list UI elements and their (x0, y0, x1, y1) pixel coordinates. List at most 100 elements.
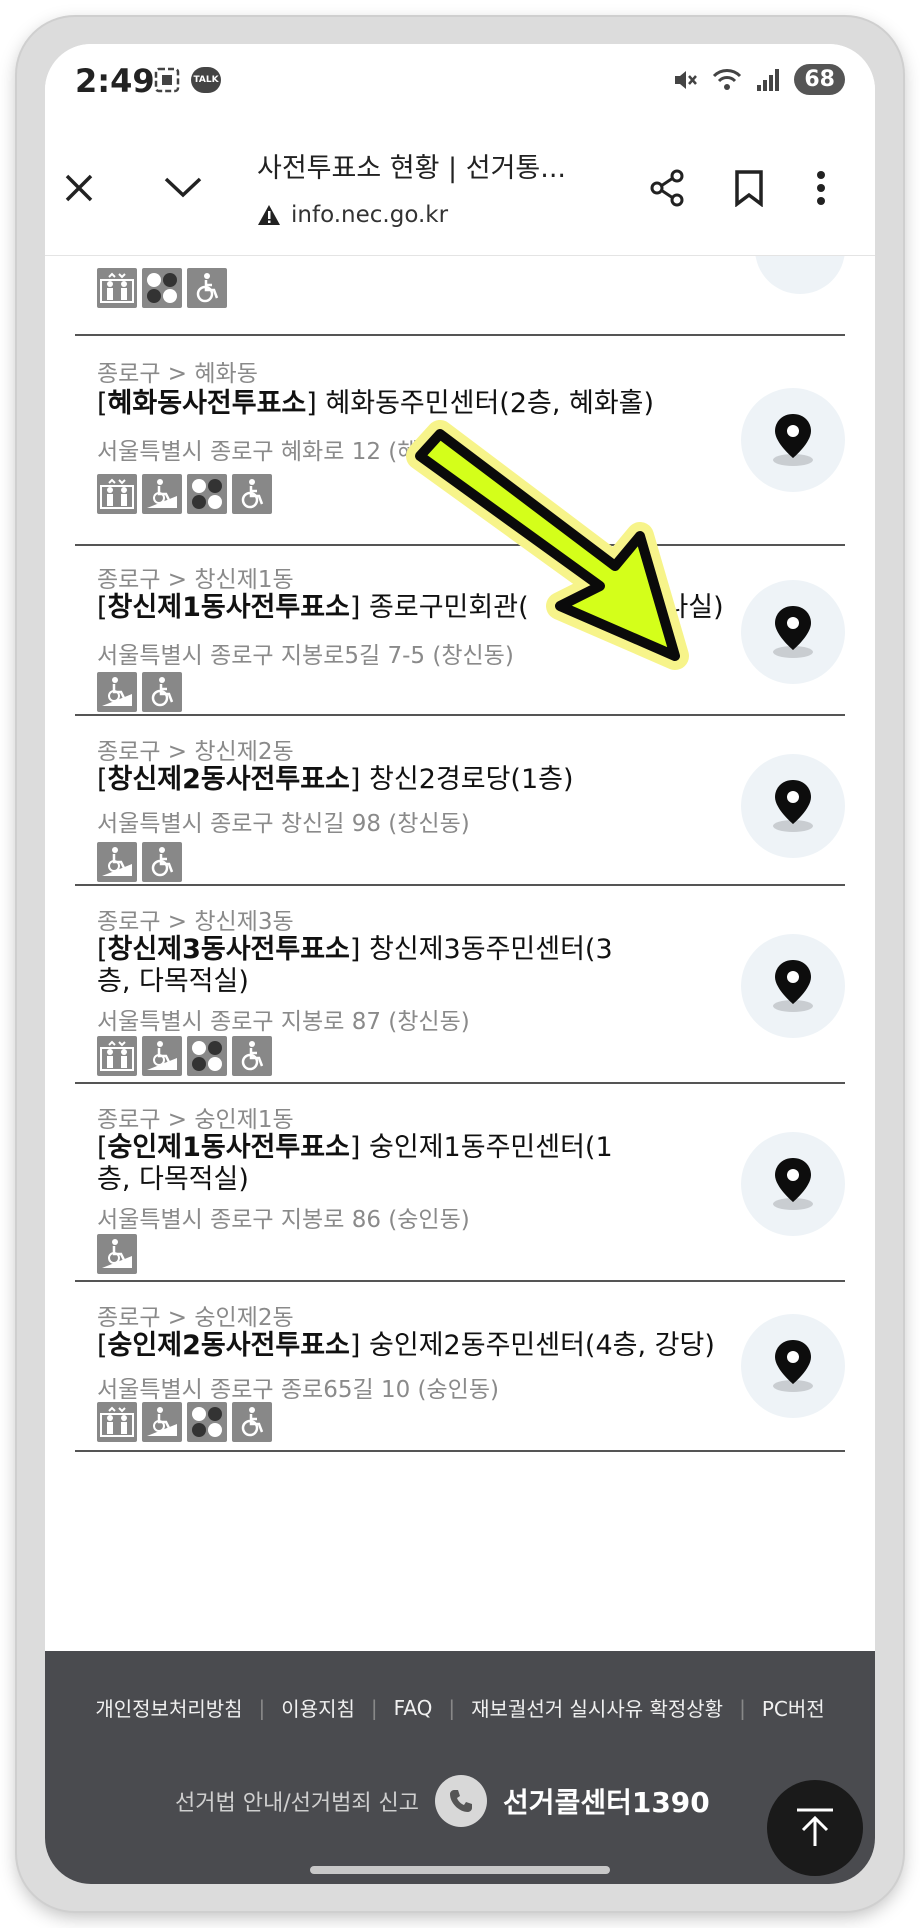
footer-link-reelection[interactable]: 재보궐선거 실시사유 확정상황 (471, 1693, 723, 1722)
station-title[interactable]: [숭인제2동사전투표소] 숭인제2동주민센터(4층, 강당) (97, 1330, 737, 1362)
list-item: 종로구 > 숭인제2동 [숭인제2동사전투표소] 숭인제2동주민센터(4층, 강… (75, 1282, 845, 1452)
station-name: 창신제2동사전투표소 (107, 764, 350, 795)
elevator-icon (97, 268, 137, 308)
station-name: 창신제1동사전투표소 (107, 592, 350, 623)
facility-badges (97, 672, 182, 712)
status-time: 2:49 (75, 62, 155, 100)
wheelchair-icon (232, 1036, 272, 1076)
share-button[interactable] (637, 158, 697, 218)
wheelchair-icon (142, 672, 182, 712)
station-address: 서울특별시 종로구 창신길 98 (창신동) (97, 811, 470, 837)
more-vert-icon (817, 171, 825, 205)
station-address: 서울특별시 종로구 지봉로 87 (창신동) (97, 1009, 470, 1035)
bookmark-icon (735, 170, 763, 207)
region-path: 종로구 > 창신제3동 (97, 909, 294, 935)
list-item: 종로구 > 창신제2동 [창신제2동사전투표소] 창신2경로당(1층) 서울특별… (75, 716, 845, 886)
ramp-icon (142, 1402, 182, 1442)
elevator-icon (97, 1402, 137, 1442)
status-icons-left: TALK (153, 66, 221, 94)
map-pin-icon (773, 1158, 813, 1210)
footer-link-privacy[interactable]: 개인정보처리방침 (95, 1693, 242, 1722)
wifi-icon (713, 68, 742, 90)
station-title[interactable]: [창신제3동사전투표소] 창신제3동주민센터(3층, 다목적실) (97, 934, 627, 998)
status-icons-right: 68 (672, 64, 845, 95)
law-report-link[interactable]: 선거법 안내/선거범죄 신고 (175, 1785, 419, 1817)
status-bar: 2:49 TALK 68 (45, 44, 875, 126)
facility-badges (97, 1234, 137, 1274)
annotation-arrow (406, 420, 689, 670)
list-item (75, 256, 845, 336)
page-title: 사전투표소 현황 | 선거통... (257, 153, 566, 184)
map-pin-icon (773, 606, 813, 658)
footer-link-pc-version[interactable]: PC버전 (762, 1693, 825, 1722)
facility-badges (97, 1036, 272, 1076)
url-row[interactable]: info.nec.go.kr (257, 202, 448, 228)
footer-separator: | (370, 1695, 378, 1720)
braille-icon (187, 1402, 227, 1442)
footer-link-terms[interactable]: 이용지침 (281, 1693, 355, 1722)
station-name: 숭인제1동사전투표소 (107, 1132, 350, 1163)
region-path: 종로구 > 숭인제1동 (97, 1107, 294, 1133)
ramp-icon (142, 474, 182, 514)
footer-links: 개인정보처리방침 | 이용지침 | FAQ | 재보궐선거 실시사유 확정상황 … (45, 1693, 875, 1722)
facility-badges (97, 268, 227, 308)
map-button[interactable] (741, 388, 845, 492)
wheelchair-icon (187, 268, 227, 308)
braille-icon (187, 1036, 227, 1076)
close-button[interactable] (49, 158, 109, 218)
bookmark-button[interactable] (719, 158, 779, 218)
browser-toolbar: 사전투표소 현황 | 선거통... info.nec.go.kr (45, 126, 875, 256)
wheelchair-icon (142, 842, 182, 882)
elevator-icon (97, 474, 137, 514)
station-place: 숭인제2동주민센터(4층, 강당) (360, 1330, 715, 1361)
station-name: 혜화동사전투표소 (107, 388, 307, 419)
facility-badges (97, 842, 182, 882)
callcenter-number[interactable]: 선거콜센터1390 (503, 1781, 710, 1821)
map-button[interactable] (741, 1132, 845, 1236)
station-name: 창신제3동사전투표소 (107, 934, 350, 965)
facility-badges (97, 1402, 272, 1442)
station-address: 서울특별시 종로구 지봉로 86 (숭인동) (97, 1207, 470, 1233)
footer-separator: | (258, 1695, 266, 1720)
region-path: 종로구 > 창신제1동 (97, 567, 294, 593)
map-button[interactable] (741, 934, 845, 1038)
wheelchair-icon (232, 1402, 272, 1442)
station-title[interactable]: [창신제2동사전투표소] 창신2경로당(1층) (97, 764, 737, 796)
site-footer: 개인정보처리방침 | 이용지침 | FAQ | 재보궐선거 실시사유 확정상황 … (45, 1651, 875, 1884)
close-icon (65, 174, 93, 202)
footer-contact: 선거법 안내/선거범죄 신고 선거콜센터1390 (175, 1775, 710, 1827)
map-button[interactable] (755, 256, 845, 294)
map-button[interactable] (741, 754, 845, 858)
screen: 2:49 TALK 68 사전투표소 현황 | 선거통... info.nec.… (45, 44, 875, 1884)
phone-icon (435, 1775, 488, 1827)
map-pin-icon (773, 414, 813, 466)
map-button[interactable] (741, 580, 845, 684)
map-pin-icon (773, 1340, 813, 1392)
map-pin-icon (773, 780, 813, 832)
mute-icon (675, 70, 698, 89)
kakaotalk-icon: TALK (191, 67, 221, 93)
map-button[interactable] (741, 1314, 845, 1418)
region-path: 종로구 > 창신제2동 (97, 739, 294, 765)
ramp-icon (97, 842, 137, 882)
collapse-button[interactable] (153, 158, 213, 218)
arrow-up-icon (797, 1808, 833, 1846)
battery-indicator: 68 (794, 64, 845, 95)
elevator-icon (97, 1036, 137, 1076)
wheelchair-icon (232, 474, 272, 514)
more-options-button[interactable] (791, 158, 851, 218)
map-pin-icon (773, 960, 813, 1012)
footer-separator: | (448, 1695, 456, 1720)
braille-icon (187, 474, 227, 514)
station-name: 숭인제2동사전투표소 (107, 1330, 350, 1361)
share-icon (650, 169, 684, 207)
scroll-to-top-button[interactable] (767, 1780, 863, 1876)
chevron-down-icon (164, 177, 202, 198)
facility-badges (97, 474, 272, 514)
station-place: 혜화동주민센터(2층, 혜화홀) (316, 388, 655, 419)
signal-icon (757, 68, 780, 91)
list-item: 종로구 > 창신제3동 [창신제3동사전투표소] 창신제3동주민센터(3층, 다… (75, 886, 845, 1084)
ramp-icon (142, 1036, 182, 1076)
station-title[interactable]: [숭인제1동사전투표소] 숭인제1동주민센터(1층, 다목적실) (97, 1132, 627, 1196)
footer-link-faq[interactable]: FAQ (394, 1696, 433, 1720)
